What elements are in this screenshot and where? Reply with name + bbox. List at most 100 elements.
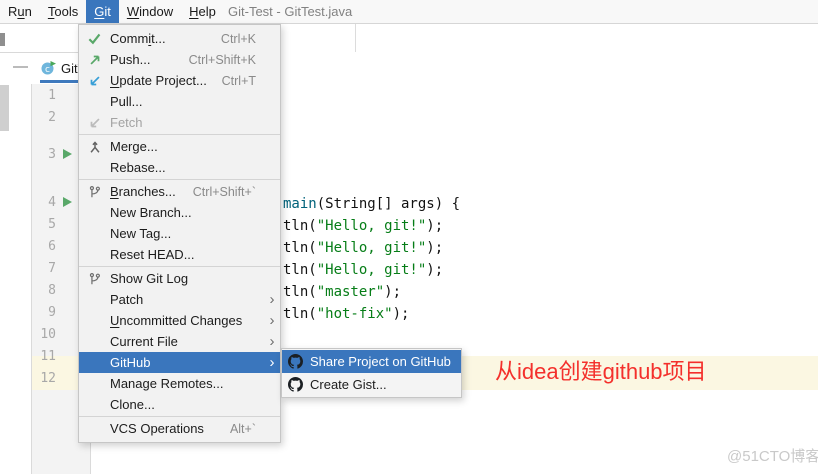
menu-item-fetch[interactable]: Fetch <box>79 112 280 133</box>
line-number: 6 <box>48 239 56 254</box>
line-number: 11 <box>40 349 56 364</box>
code-segment-plain: ); <box>384 284 402 300</box>
submenu-item-label: Share Project on GitHub <box>310 354 451 369</box>
menu-item-new-tag[interactable]: New Tag... <box>79 223 280 244</box>
menubar-items: Run Tools Git Window Help <box>0 0 224 23</box>
code-segment-plain: ); <box>426 240 444 256</box>
line-number: 9 <box>48 305 56 320</box>
menu-item-branches[interactable]: Branches... Ctrl+Shift+` <box>79 181 280 202</box>
navbar-fragment <box>0 33 5 46</box>
menu-item-manage-remotes[interactable]: Manage Remotes... <box>79 373 280 394</box>
github-submenu: Share Project on GitHub Create Gist... <box>281 348 462 398</box>
line-number: 12 <box>40 371 56 386</box>
run-gutter-icon[interactable] <box>63 149 72 159</box>
menu-item-uncommitted-changes[interactable]: Uncommitted Changes › <box>79 310 280 331</box>
update-arrow-icon <box>86 74 103 88</box>
submenu-item-share-project-on-github[interactable]: Share Project on GitHub <box>282 350 461 373</box>
code-segment-plain: ); <box>392 306 410 322</box>
submenu-item-create-gist[interactable]: Create Gist... <box>282 373 461 396</box>
menu-item-label: GitHub <box>110 355 151 370</box>
toolbar-divider <box>355 24 356 52</box>
code-line: tln("Hello, git!"); <box>283 216 443 236</box>
line-number: 1 <box>48 88 56 103</box>
menu-item-label: Commit... <box>110 31 166 46</box>
code-line: main(String[] args) { <box>283 194 460 214</box>
panel-scrollbar[interactable] <box>0 85 9 131</box>
code-segment-string: "Hello, git!" <box>316 218 427 234</box>
menu-separator <box>79 416 280 417</box>
menubar: Run Tools Git Window Help Git-Test - GitTest… <box>0 0 818 24</box>
menu-separator <box>79 179 280 180</box>
github-icon <box>288 354 304 369</box>
menu-item-label: Rebase... <box>110 160 166 175</box>
submenu-item-label: Create Gist... <box>310 377 387 392</box>
menu-item-label: Update Project... <box>110 73 207 88</box>
code-segment-plain: ); <box>426 262 444 278</box>
branch-icon <box>86 185 103 199</box>
menu-item-label: Uncommitted Changes <box>110 313 243 328</box>
code-segment-string: "Hello, git!" <box>316 240 427 256</box>
menubar-item-window[interactable]: Window <box>119 0 181 23</box>
menubar-item-tools[interactable]: Tools <box>40 0 86 23</box>
code-segment-plain: (String[] args) { <box>316 196 461 212</box>
menu-item-pull[interactable]: Pull... <box>79 91 280 112</box>
menu-separator <box>79 266 280 267</box>
menu-item-label: Manage Remotes... <box>110 376 224 391</box>
menu-item-update-project[interactable]: Update Project... Ctrl+T <box>79 70 280 91</box>
menu-item-push[interactable]: Push... Ctrl+Shift+K <box>79 49 280 70</box>
menu-item-label: Branches... <box>110 184 176 199</box>
menu-item-label: Reset HEAD... <box>110 247 195 262</box>
splitter-collapse-icon[interactable]: — <box>13 58 28 75</box>
line-number: 4 <box>48 195 56 210</box>
menu-item-current-file[interactable]: Current File › <box>79 331 280 352</box>
menu-item-label: Patch <box>110 292 144 307</box>
branch-icon <box>86 272 103 286</box>
menu-item-label: Pull... <box>110 94 143 109</box>
watermark: @51CTO博客 <box>727 448 818 465</box>
annotation-text: 从idea创建github项目 <box>495 359 707 384</box>
menu-item-shortcut: Ctrl+Shift+` <box>192 184 256 199</box>
code-segment-string: "master" <box>316 284 385 300</box>
navbar-divider <box>0 52 78 53</box>
menu-item-clone[interactable]: Clone... <box>79 394 280 415</box>
code-line: tln("hot-fix"); <box>283 304 409 324</box>
code-segment-plain: tln( <box>283 218 317 234</box>
line-number: 10 <box>40 327 56 342</box>
code-segment-plain: ); <box>426 218 444 234</box>
line-number: 2 <box>48 110 56 125</box>
menu-item-shortcut: Alt+` <box>229 421 256 436</box>
submenu-chevron-icon: › <box>269 312 275 329</box>
project-panel-divider[interactable] <box>31 84 32 474</box>
menu-item-label: Clone... <box>110 397 155 412</box>
menu-item-shortcut: Ctrl+K <box>220 31 256 46</box>
code-segment-method: main <box>283 196 317 212</box>
run-gutter-icon[interactable] <box>63 197 72 207</box>
git-menu-dropdown: Commit... Ctrl+K Push... Ctrl+Shift+K Update… <box>78 24 281 443</box>
menu-item-patch[interactable]: Patch › <box>79 289 280 310</box>
github-icon <box>288 377 304 392</box>
code-segment-plain: tln( <box>283 284 317 300</box>
push-arrow-icon <box>86 53 103 67</box>
menubar-item-help[interactable]: Help <box>181 0 224 23</box>
menu-item-commit[interactable]: Commit... Ctrl+K <box>79 28 280 49</box>
line-number: 7 <box>48 261 56 276</box>
menubar-item-run[interactable]: Run <box>0 0 40 23</box>
menu-item-new-branch[interactable]: New Branch... <box>79 202 280 223</box>
menu-item-vcs-operations[interactable]: VCS Operations Alt+` <box>79 418 280 439</box>
menu-item-reset-head[interactable]: Reset HEAD... <box>79 244 280 265</box>
menu-item-label: New Tag... <box>110 226 172 241</box>
submenu-chevron-icon: › <box>269 291 275 308</box>
fetch-arrow-icon <box>86 116 103 130</box>
menu-item-label: Show Git Log <box>110 271 189 286</box>
menu-item-github[interactable]: GitHub › <box>79 352 280 373</box>
line-number: 3 <box>48 147 56 162</box>
menu-item-show-git-log[interactable]: Show Git Log <box>79 268 280 289</box>
menu-item-shortcut: Ctrl+T <box>221 73 256 88</box>
menubar-item-git[interactable]: Git <box>86 0 119 23</box>
code-segment-string: "hot-fix" <box>316 306 393 322</box>
code-segment-plain: tln( <box>283 262 317 278</box>
menu-item-merge[interactable]: Merge... <box>79 136 280 157</box>
menu-item-label: Fetch <box>110 115 143 130</box>
code-line: tln("Hello, git!"); <box>283 260 443 280</box>
menu-item-rebase[interactable]: Rebase... <box>79 157 280 178</box>
